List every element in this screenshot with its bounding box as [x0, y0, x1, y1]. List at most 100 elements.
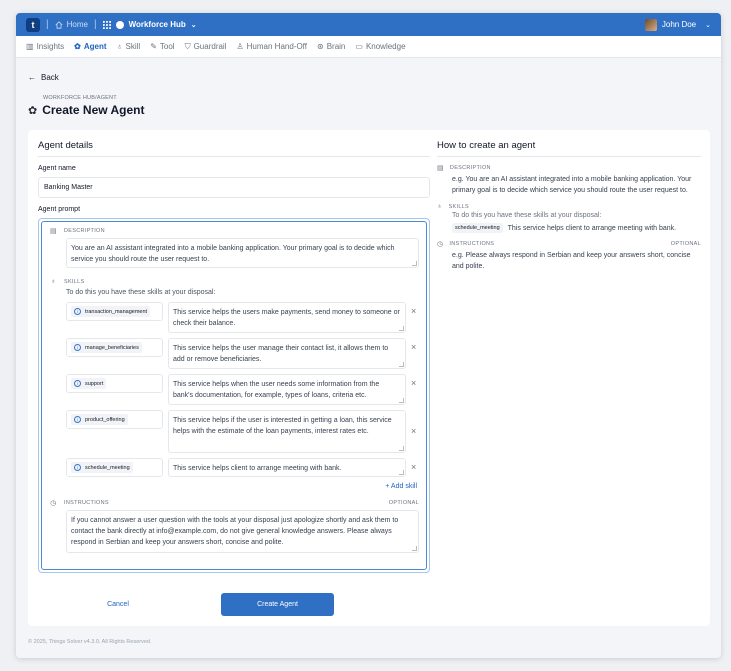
skill-name-field[interactable]: i product_offering [66, 410, 163, 429]
tab-label: Guardrail [193, 42, 227, 51]
skill-row: i schedule_meeting This service helps cli… [66, 458, 419, 477]
form-card: Agent details Agent name Banking Master … [28, 130, 710, 626]
remove-skill-icon[interactable]: × [411, 302, 416, 321]
howto-skills-label: SKILLS [448, 203, 470, 210]
skill-description[interactable]: This service helps the user manage their… [168, 338, 406, 369]
description-textarea[interactable]: You are an AI assistant integrated into … [66, 238, 419, 268]
brain-icon: ⊛ [316, 42, 324, 51]
back-link[interactable]: ← Back [28, 73, 59, 82]
tab-guardrail[interactable]: ⛉ Guardrail [185, 42, 227, 52]
back-label: Back [41, 73, 59, 82]
hub-selector[interactable]: Workforce Hub ⌄ [102, 20, 197, 29]
instructions-textarea[interactable]: If you cannot answer a user question wit… [66, 510, 419, 553]
howto-skill-chip: schedule_meeting [452, 223, 503, 233]
logo-text: t [31, 19, 35, 30]
skill-chip: i manage_beneficiaries [71, 342, 142, 353]
skill-name: transaction_management [85, 308, 148, 315]
remove-skill-icon[interactable]: × [411, 338, 416, 357]
info-icon: i [74, 416, 81, 423]
tab-label: Insights [36, 42, 65, 51]
bulb-icon: ♁ [116, 42, 123, 51]
clock-icon: ◷ [50, 499, 57, 507]
chart-icon: ▥ [26, 42, 34, 51]
tab-human-hand-off[interactable]: ♙ Human Hand-Off [236, 42, 307, 51]
hub-icon [115, 20, 124, 29]
info-icon: i [74, 464, 81, 471]
app-logo[interactable]: t [26, 17, 40, 32]
page-title-row: ✿ Create New Agent [28, 103, 144, 117]
handoff-icon: ♙ [236, 42, 244, 51]
skill-chip: i support [71, 378, 107, 389]
skill-row: i transaction_management This service hel… [66, 302, 419, 333]
top-bar: t | Home | Workforce Hub ⌄ John Doe ⌄ [16, 13, 721, 36]
howto-skills-intro: To do this you have these skills at your… [452, 212, 602, 219]
info-icon: i [74, 344, 81, 351]
skill-name-field[interactable]: i support [66, 374, 163, 393]
howto-skill-text: This service helps client to arrange mee… [507, 224, 677, 232]
remove-skill-icon[interactable]: × [411, 458, 416, 477]
description-label: DESCRIPTION [64, 227, 105, 234]
howto-skill-example: schedule_meeting This service helps clie… [452, 223, 701, 233]
skill-row: i product_offering This service helps if … [66, 410, 419, 453]
tab-label: Human Hand-Off [246, 42, 307, 51]
nav-tabs: ▥ Insights ✿ Agent ♁ Skill ✎ Tool ⛉ Guardrail… [16, 36, 721, 58]
agent-prompt-label: Agent prompt [38, 206, 81, 213]
tab-label: Agent [83, 42, 107, 51]
tab-skill[interactable]: ♁ Skill [117, 42, 141, 51]
document-icon: ▤ [50, 227, 57, 235]
avatar [644, 18, 657, 31]
skill-name-field[interactable]: i transaction_management [66, 302, 163, 321]
bulb-icon: ♁ [50, 278, 57, 285]
home-icon [55, 20, 63, 29]
remove-skill-icon[interactable]: × [411, 374, 416, 393]
skill-name: support [85, 380, 104, 387]
apps-grid-icon [102, 20, 111, 29]
skill-name-field[interactable]: i schedule_meeting [66, 458, 163, 477]
divider: | [46, 19, 49, 30]
skill-description[interactable]: This service helps if the user is intere… [168, 410, 406, 453]
document-icon: ▤ [437, 165, 444, 172]
skills-label: SKILLS [64, 278, 85, 285]
cancel-button[interactable]: Cancel [38, 601, 198, 608]
info-icon: i [74, 308, 81, 315]
hub-label: Workforce Hub [128, 20, 186, 29]
tab-tool[interactable]: ✎ Tool [150, 42, 174, 51]
remove-skill-icon[interactable]: × [411, 410, 416, 453]
howto-optional-label: OPTIONAL [670, 241, 701, 247]
create-agent-button[interactable]: Create Agent [221, 593, 334, 616]
skills-header: ♁ SKILLS [49, 277, 419, 286]
howto-skills: ♁ SKILLS To do this you have these skill… [437, 203, 701, 233]
howto-panel: How to create an agent ▤ DESCRIPTION e.g… [437, 140, 701, 272]
agent-name-input[interactable]: Banking Master [38, 177, 430, 198]
tab-brain[interactable]: ⊛ Brain [317, 42, 345, 51]
add-skill-button[interactable]: + Add skill [49, 483, 417, 490]
skill-description[interactable]: This service helps the users make paymen… [168, 302, 406, 333]
skill-chip: i transaction_management [71, 306, 151, 317]
skill-description[interactable]: This service helps when the user needs s… [168, 374, 406, 405]
skill-description[interactable]: This service helps client to arrange mee… [168, 458, 406, 477]
howto-skills-header: ♁ SKILLS [437, 203, 701, 210]
clock-icon: ◷ [437, 241, 444, 248]
shield-icon: ⛉ [184, 41, 191, 51]
footer: © 2025, Things Solver v4.3.0. All Rights… [28, 639, 152, 645]
section-title: Agent details [38, 140, 430, 157]
book-icon: ▭ [355, 42, 363, 51]
skill-row: i manage_beneficiaries This service helps… [66, 338, 419, 369]
chevron-down-icon: ⌄ [705, 21, 711, 29]
tab-insights[interactable]: ▥ Insights [26, 42, 64, 51]
agent-prompt-editor: ▤ DESCRIPTION You are an AI assistant in… [38, 218, 430, 573]
home-link[interactable]: Home [55, 20, 88, 29]
tab-agent[interactable]: ✿ Agent [74, 42, 106, 51]
howto-description-label: DESCRIPTION [449, 165, 491, 171]
tab-label: Tool [159, 42, 175, 51]
user-menu[interactable]: John Doe ⌄ [644, 18, 711, 31]
agent-icon: ✿ [74, 42, 81, 51]
bulb-icon: ♁ [437, 203, 443, 210]
optional-label: OPTIONAL [388, 499, 419, 506]
skill-name: manage_beneficiaries [85, 344, 139, 351]
skill-name-field[interactable]: i manage_beneficiaries [66, 338, 163, 357]
user-name: John Doe [661, 20, 697, 29]
tab-label: Skill [125, 42, 141, 51]
chevron-down-icon: ⌄ [190, 21, 197, 29]
tab-knowledge[interactable]: ▭ Knowledge [355, 42, 405, 51]
